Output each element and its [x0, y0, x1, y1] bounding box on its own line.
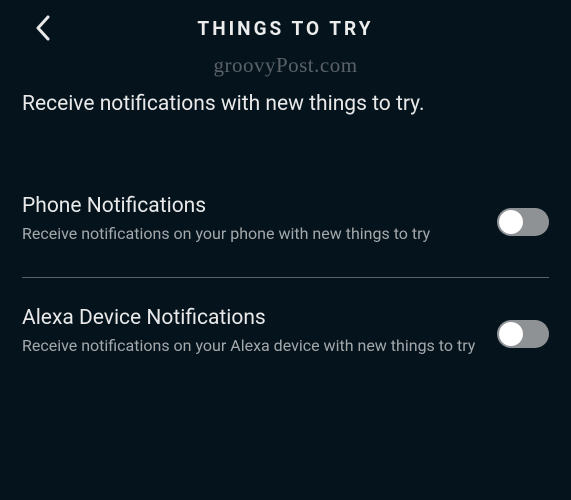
setting-text: Phone Notifications Receive notification…: [22, 194, 497, 245]
setting-text: Alexa Device Notifications Receive notif…: [22, 306, 497, 357]
chevron-left-icon: [35, 15, 51, 41]
watermark-text: groovyPost.com: [0, 53, 571, 78]
back-button[interactable]: [28, 13, 58, 43]
setting-title: Phone Notifications: [22, 194, 477, 218]
toggle-phone-notifications[interactable]: [497, 208, 549, 236]
settings-list: Phone Notifications Receive notification…: [0, 176, 571, 374]
divider: [22, 277, 549, 278]
setting-row-alexa-notifications: Alexa Device Notifications Receive notif…: [22, 288, 549, 375]
page-title: THINGS TO TRY: [197, 17, 373, 40]
setting-description: Receive notifications on your phone with…: [22, 223, 477, 245]
header: THINGS TO TRY: [0, 0, 571, 56]
toggle-alexa-notifications[interactable]: [497, 320, 549, 348]
setting-row-phone-notifications: Phone Notifications Receive notification…: [22, 176, 549, 263]
toggle-knob: [499, 210, 523, 234]
setting-description: Receive notifications on your Alexa devi…: [22, 335, 477, 357]
setting-title: Alexa Device Notifications: [22, 306, 477, 330]
toggle-knob: [499, 322, 523, 346]
page-subtitle: Receive notifications with new things to…: [0, 78, 571, 116]
